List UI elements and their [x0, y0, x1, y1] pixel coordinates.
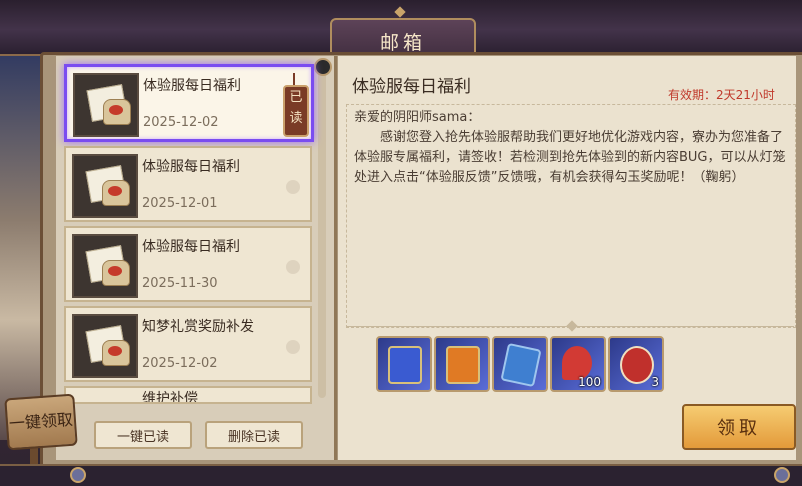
read-tag: 已读 — [283, 85, 309, 137]
mail-item[interactable]: 体验服每日福利 2025-12-01 — [64, 146, 312, 222]
mail-content: 感谢您登入抢先体验服帮助我们更好地优化游戏内容，寮办为您准备了体验服专属福利，请… — [354, 130, 786, 185]
flower-pattern-icon — [286, 340, 300, 354]
mail-thumbnail — [72, 314, 138, 378]
mail-title: 知梦礼赏奖励补发 — [142, 319, 254, 335]
scroll-knob-icon[interactable] — [314, 58, 332, 76]
detail-title: 体验服每日福利 — [352, 77, 471, 97]
ribbon-icon — [108, 346, 122, 356]
mail-date: 2025-12-01 — [142, 196, 218, 211]
bottom-ornament-icon — [70, 467, 86, 483]
mail-item[interactable]: 维护补偿 — [64, 386, 312, 404]
claim-button[interactable]: 领取 — [682, 404, 796, 450]
mail-greeting: 亲爱的阴阳师sama： — [354, 110, 481, 125]
reward-item[interactable] — [376, 336, 432, 392]
item-count: 100 — [578, 375, 601, 389]
flower-pattern-icon — [286, 260, 300, 274]
ribbon-icon — [108, 186, 122, 196]
mail-title: 体验服每日福利 — [142, 239, 240, 255]
mail-item[interactable]: 体验服每日福利 2025-11-30 — [64, 226, 312, 302]
claim-all-button[interactable]: 一键领取 — [4, 393, 78, 451]
item-count: 3 — [651, 375, 659, 389]
delete-read-button[interactable]: 删除已读 — [205, 421, 303, 449]
mail-item[interactable]: 知梦礼赏奖励补发 2025-12-02 — [64, 306, 312, 382]
mail-title: 维护补偿 — [142, 391, 198, 404]
reward-item[interactable] — [492, 336, 548, 392]
expiry-label: 有效期：2天21小时 — [668, 88, 775, 102]
orange-charm-icon — [446, 346, 480, 384]
reward-item[interactable]: 3 — [608, 336, 664, 392]
read-all-button[interactable]: 一键已读 — [94, 421, 192, 449]
mail-title: 体验服每日福利 — [142, 159, 240, 175]
mail-item[interactable]: 体验服每日福利 2025-12-02 已读 — [64, 64, 314, 142]
ribbon-icon — [108, 266, 122, 276]
reward-item[interactable] — [434, 336, 490, 392]
flower-pattern-icon — [286, 180, 300, 194]
bottom-bar — [0, 464, 802, 486]
bottom-ornament-icon — [774, 467, 790, 483]
blue-charm-icon — [388, 346, 422, 384]
mail-date: 2025-12-02 — [143, 115, 219, 130]
mail-thumbnail — [72, 154, 138, 218]
mail-thumbnail — [73, 73, 139, 137]
mail-date: 2025-12-02 — [142, 356, 218, 371]
mail-title: 体验服每日福利 — [143, 78, 241, 94]
mail-date: 2025-11-30 — [142, 276, 218, 291]
ribbon-icon — [109, 105, 123, 115]
daruma-icon — [620, 346, 654, 384]
reward-item[interactable]: 100 — [550, 336, 606, 392]
mail-body: 亲爱的阴阳师sama： 感谢您登入抢先体验服帮助我们更好地优化游戏内容，寮办为您… — [354, 108, 790, 188]
mail-list-scrollbar[interactable] — [318, 64, 326, 398]
blue-scroll-icon — [500, 342, 542, 388]
mail-thumbnail — [72, 234, 138, 298]
